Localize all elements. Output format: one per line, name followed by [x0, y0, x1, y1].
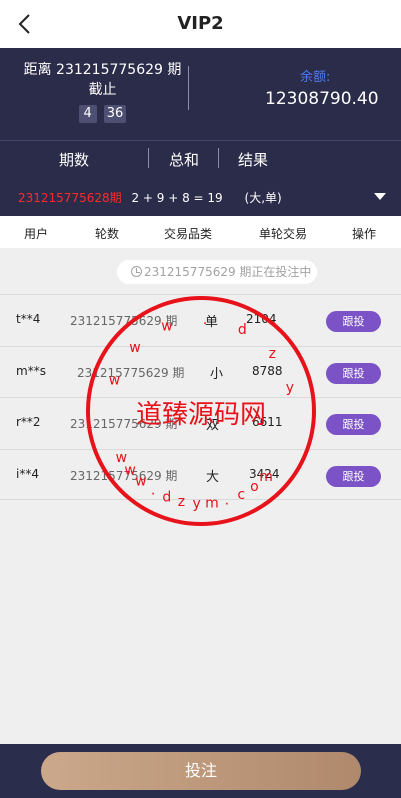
- follow-bet-button[interactable]: 跟投: [326, 311, 381, 332]
- balance-value: 12308790.40: [265, 89, 379, 109]
- current-period-text: 距离 231215775629 期: [23, 62, 182, 78]
- bet-period: 231215775629 期: [70, 417, 178, 431]
- balance-label: 余额:: [300, 70, 331, 85]
- bet-period: 231215775629 期: [70, 314, 178, 328]
- bet-type: 单: [205, 315, 219, 330]
- countdown-seconds: 36: [103, 105, 127, 123]
- betting-notice: 231215775629 期正在投注中: [117, 260, 317, 284]
- countdown-minutes: 4: [78, 105, 97, 123]
- bet-period: 231215775629 期: [77, 366, 185, 380]
- bottom-bar: 投注: [0, 744, 401, 798]
- latest-draw-result: (大,单): [244, 191, 282, 205]
- column-round: 轮数: [95, 227, 120, 241]
- column-category: 交易品类: [164, 227, 213, 241]
- bet-amount: 3424: [249, 467, 280, 481]
- history-header-sum: 总和: [169, 151, 200, 169]
- follow-bet-button[interactable]: 跟投: [326, 363, 381, 384]
- clock-icon: [131, 266, 142, 277]
- history-header-result: 结果: [238, 151, 269, 169]
- bet-table-header: 用户 轮数 交易品类 单轮交易 操作: [0, 216, 401, 248]
- follow-bet-button[interactable]: 跟投: [326, 414, 381, 435]
- notice-text: 231215775629 期正在投注中: [144, 265, 312, 279]
- latest-draw-formula: 2 + 9 + 8 = 19: [131, 191, 223, 205]
- divider: [218, 148, 219, 168]
- bet-row: i**4 231215775629 期 大 3424 跟投: [0, 449, 401, 500]
- bet-type: 大: [206, 470, 220, 485]
- bet-type: 双: [206, 418, 220, 433]
- bet-user: i**4: [16, 467, 39, 481]
- bet-period: 231215775629 期: [70, 469, 178, 483]
- bet-row: m**s 231215775629 期 小 8788 跟投: [0, 346, 401, 397]
- follow-bet-button[interactable]: 跟投: [326, 466, 381, 487]
- column-trade: 单轮交易: [259, 227, 308, 241]
- bet-type: 小: [210, 367, 224, 382]
- bet-row: t**4 231215775629 期 单 2104 跟投: [0, 294, 401, 345]
- column-action: 操作: [352, 227, 377, 241]
- countdown-block: 距离 231215775629 期 截止: [0, 60, 205, 100]
- latest-draw-row[interactable]: 231215775628期 2 + 9 + 8 = 19 (大,单): [18, 189, 282, 206]
- bet-user: t**4: [16, 312, 41, 326]
- divider: [188, 66, 189, 110]
- bet-amount: 8788: [252, 364, 283, 378]
- draw-history: 期数 总和 结果 231215775628期 2 + 9 + 8 = 19 (大…: [0, 140, 401, 216]
- page-title: VIP2: [177, 13, 224, 34]
- bet-user: m**s: [16, 364, 46, 378]
- bet-user: r**2: [16, 415, 41, 429]
- bet-row: r**2 231215775629 期 双 6611 跟投: [0, 397, 401, 448]
- divider: [148, 148, 149, 168]
- history-header-period: 期数: [59, 151, 90, 169]
- period-info-panel: 距离 231215775629 期 截止 4 36 余额: 12308790.4…: [0, 48, 401, 140]
- latest-draw-period: 231215775628期: [18, 191, 122, 205]
- expand-caret-icon[interactable]: [374, 193, 386, 200]
- top-bar: VIP2: [0, 0, 401, 48]
- bet-amount: 2104: [246, 312, 277, 326]
- countdown-timer: 4 36: [0, 102, 205, 123]
- place-bet-button[interactable]: 投注: [41, 752, 361, 790]
- bet-amount: 6611: [252, 415, 283, 429]
- bet-list: 231215775629 期正在投注中 t**4 231215775629 期 …: [0, 248, 401, 744]
- deadline-label: 截止: [88, 82, 117, 98]
- column-user: 用户: [24, 227, 49, 241]
